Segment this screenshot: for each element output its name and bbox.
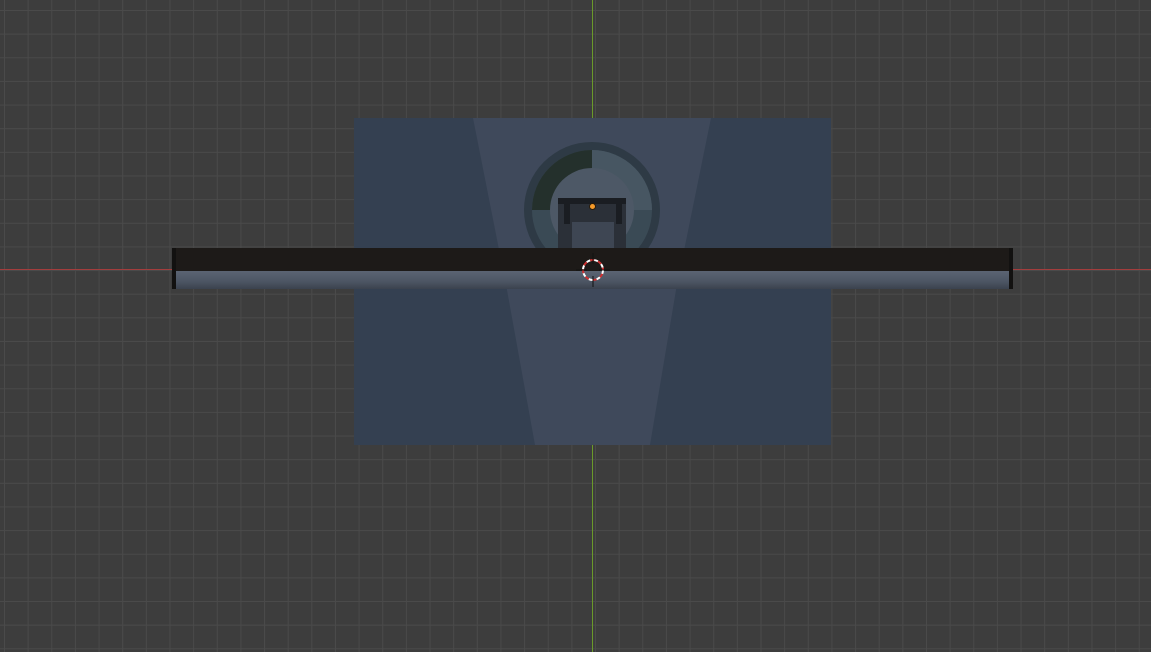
light-fixture-bar-cap-left (172, 248, 176, 289)
light-fixture-bar-cap-right (1009, 248, 1013, 289)
lamp-housing-right-arm (616, 204, 622, 224)
3d-cursor-icon[interactable] (576, 253, 610, 287)
lamp-housing-body (572, 222, 614, 248)
lamp-housing-left-arm (564, 204, 570, 224)
3d-viewport[interactable] (0, 0, 1151, 652)
object-origin-icon[interactable] (589, 203, 596, 210)
